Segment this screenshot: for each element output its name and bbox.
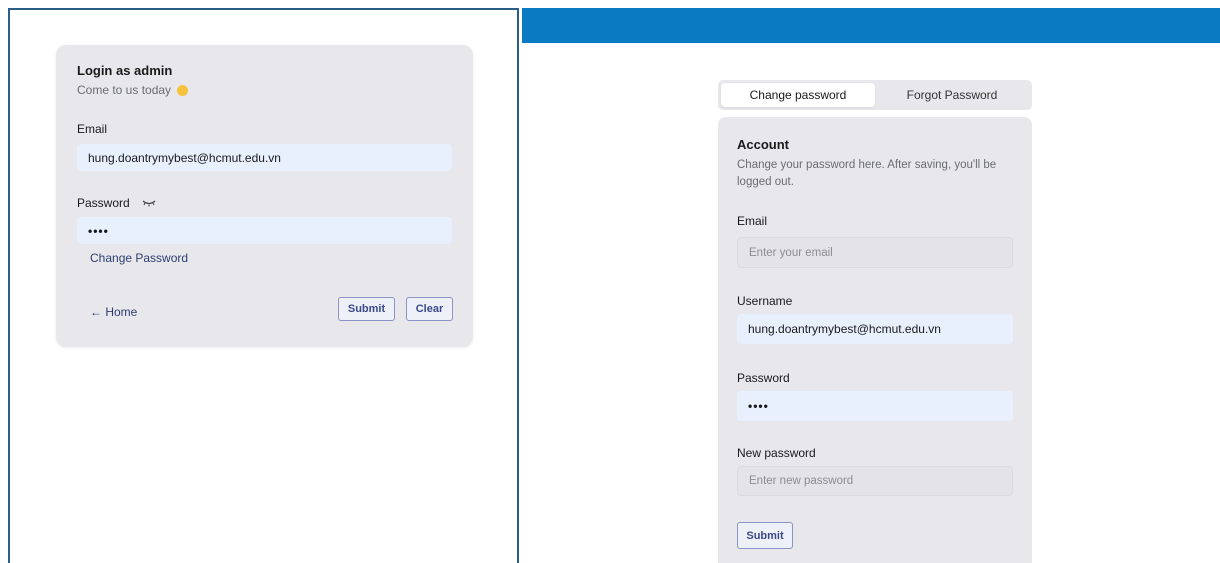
account-card: Account Change your password here. After… <box>718 117 1032 563</box>
account-password-field[interactable]: •••• <box>737 391 1013 421</box>
submit-button[interactable]: Submit <box>338 297 395 321</box>
account-submit-button[interactable]: Submit <box>737 522 793 549</box>
home-link[interactable]: ← Home <box>90 305 137 319</box>
new-password-label: New password <box>737 446 816 460</box>
email-field[interactable]: hung.doantrymybest@hcmut.edu.vn <box>77 144 452 171</box>
account-description: Change your password here. After saving,… <box>737 159 997 188</box>
account-email-label: Email <box>737 214 768 228</box>
login-panel: Login as admin Come to us today Email hu… <box>8 8 519 563</box>
password-label: Password <box>77 196 130 210</box>
email-label: Email <box>77 122 108 136</box>
new-password-input[interactable]: Enter new password <box>737 466 1013 496</box>
sun-icon <box>177 84 189 96</box>
tab-strip: Change password Forgot Password <box>718 80 1032 110</box>
username-label: Username <box>737 294 793 308</box>
eye-closed-icon[interactable] <box>142 196 156 210</box>
top-bar <box>522 8 1220 43</box>
password-label-row: Password <box>77 196 156 210</box>
username-field[interactable]: hung.doantrymybest@hcmut.edu.vn <box>737 314 1013 344</box>
change-password-panel: Change password Forgot Password Account … <box>522 8 1220 563</box>
clear-button[interactable]: Clear <box>406 297 453 321</box>
login-subtitle-text: Come to us today <box>77 83 172 97</box>
page: Login as admin Come to us today Email hu… <box>0 0 1220 563</box>
change-password-link[interactable]: Change Password <box>90 251 188 265</box>
login-subtitle: Come to us today <box>77 83 189 97</box>
tab-forgot-password[interactable]: Forgot Password <box>875 83 1029 107</box>
login-title: Login as admin <box>77 63 173 78</box>
login-card: Login as admin Come to us today Email hu… <box>56 45 473 347</box>
account-email-input[interactable]: Enter your email <box>737 237 1013 268</box>
password-field[interactable]: •••• <box>77 217 452 244</box>
account-password-label: Password <box>737 371 790 385</box>
tab-change-password[interactable]: Change password <box>721 83 875 107</box>
account-title: Account <box>737 137 789 152</box>
